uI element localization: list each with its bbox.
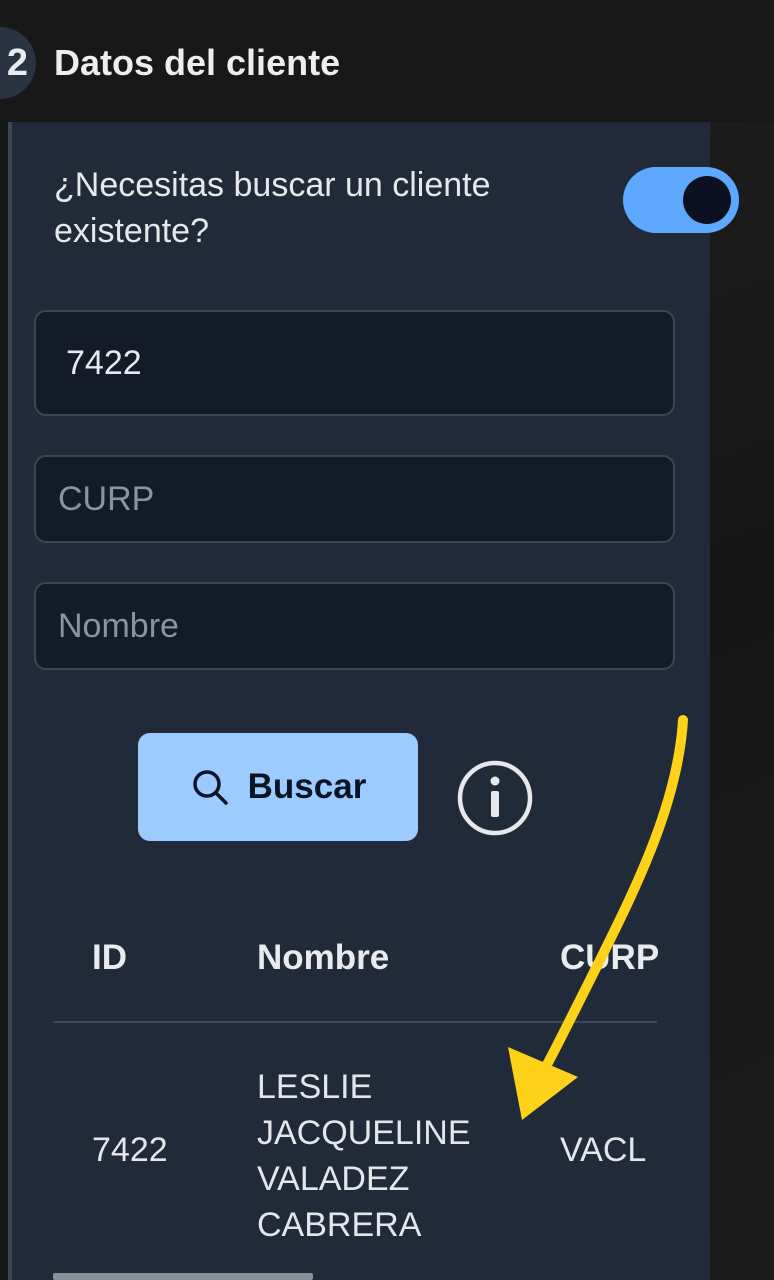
search-client-toggle[interactable]	[623, 167, 739, 233]
search-button-label: Buscar	[247, 767, 367, 806]
step-header: 2 Datos del cliente	[0, 0, 774, 122]
column-header-curp[interactable]: CURP	[560, 938, 658, 978]
search-icon	[192, 770, 228, 805]
toggle-knob	[683, 176, 731, 224]
column-header-nombre[interactable]: Nombre	[257, 938, 389, 978]
cell-nombre-line: CABRERA	[257, 1206, 422, 1244]
nombre-input[interactable]: Nombre	[34, 582, 675, 670]
search-toggle-label: ¿Necesitas buscar un cliente existente?	[54, 166, 491, 250]
table-header-divider	[53, 1021, 657, 1023]
section-title: Datos del cliente	[54, 42, 341, 83]
curp-input[interactable]: CURP	[34, 455, 675, 543]
cell-nombre: LESLIE JACQUELINE VALADEZ CABRERA	[257, 1064, 507, 1248]
info-icon[interactable]	[456, 759, 534, 837]
column-header-id[interactable]: ID	[92, 938, 127, 978]
step-number-badge: 2	[0, 27, 36, 99]
client-id-input[interactable]: 7422	[34, 310, 675, 416]
search-button[interactable]: Buscar	[138, 733, 418, 841]
panel-rail	[8, 122, 12, 1280]
cell-nombre-line: VALADEZ	[257, 1160, 410, 1198]
cell-id: 7422	[92, 1131, 168, 1169]
cell-curp: VACL	[560, 1131, 647, 1169]
cell-nombre-line: LESLIE	[257, 1068, 373, 1106]
horizontal-scrollbar[interactable]	[53, 1273, 313, 1280]
cell-nombre-line: JACQUELINE	[257, 1114, 471, 1152]
